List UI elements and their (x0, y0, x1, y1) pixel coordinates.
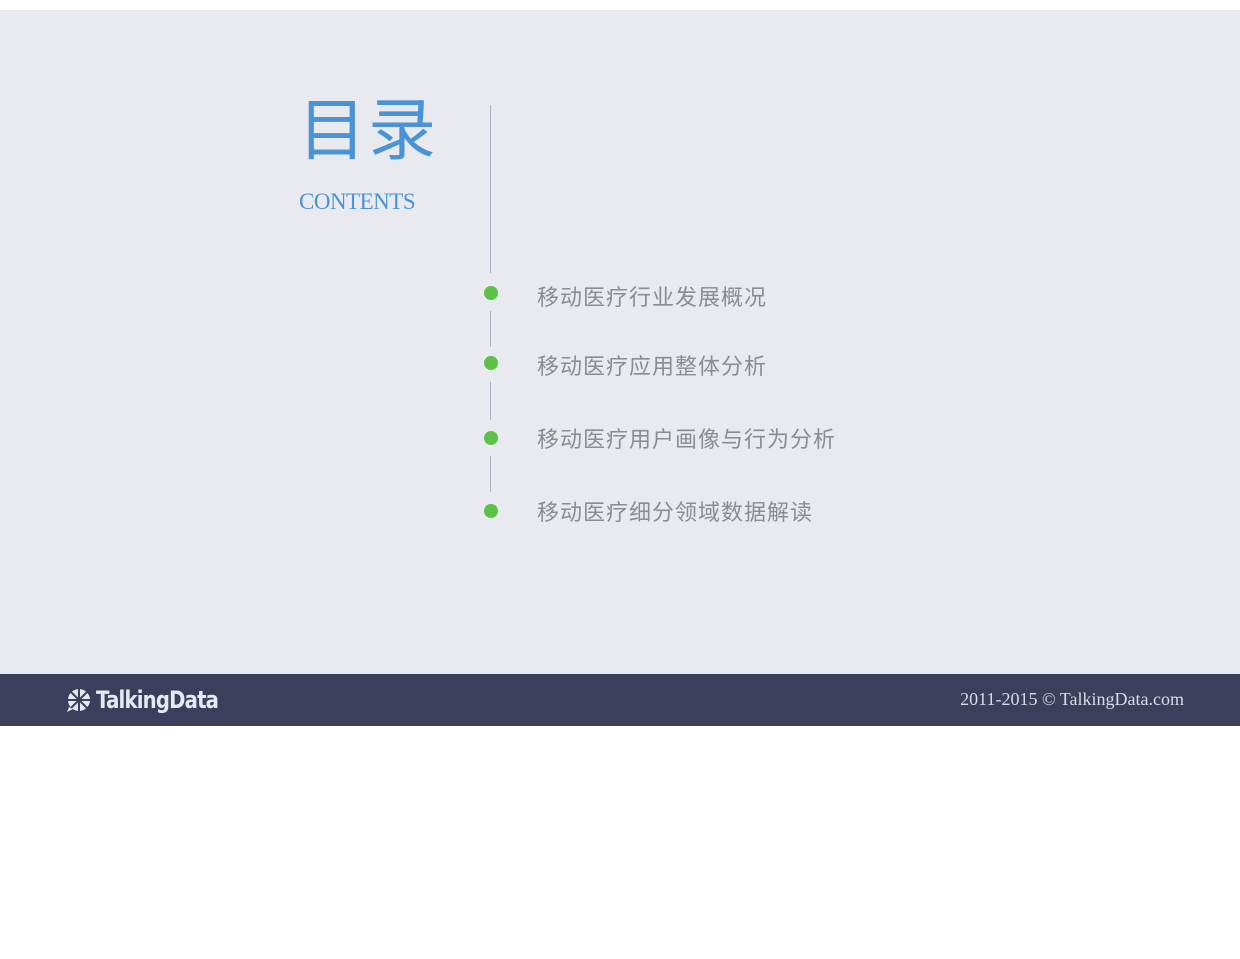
bullet-dot-icon (484, 286, 498, 300)
contents-item-3: 移动医疗用户画像与行为分析 (537, 428, 837, 453)
contents-item-1: 移动医疗行业发展概况 (537, 286, 768, 311)
contents-item-2: 移动医疗应用整体分析 (537, 355, 768, 380)
timeline-divider-top (490, 105, 491, 273)
contents-item-4: 移动医疗细分领域数据解读 (537, 501, 814, 526)
contents-title-en: CONTENTS (299, 189, 416, 214)
timeline-divider (490, 311, 491, 347)
talkingdata-logo-icon (67, 689, 90, 712)
bullet-dot-icon (484, 504, 498, 518)
timeline-divider (490, 382, 491, 420)
timeline-divider (490, 456, 491, 492)
copyright-text: 2011-2015 © TalkingData.com (960, 689, 1184, 709)
slide: 目录 CONTENTS 移动医疗行业发展概况 移动医疗应用整体分析 移动医疗用户… (0, 10, 1240, 674)
footer-bar: TalkingData 2011-2015 © TalkingData.com (0, 674, 1240, 726)
logo-text: TalkingData (96, 686, 219, 714)
bullet-dot-icon (484, 431, 498, 445)
talkingdata-logo: TalkingData (66, 686, 245, 714)
contents-title-cn: 目录 (298, 92, 439, 171)
bullet-dot-icon (484, 356, 498, 370)
